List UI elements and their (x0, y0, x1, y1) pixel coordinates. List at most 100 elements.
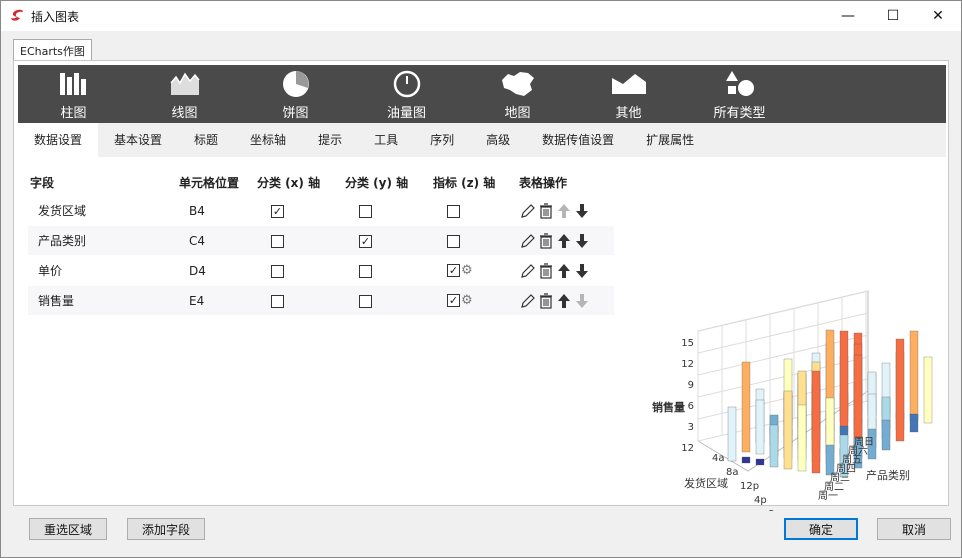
move-down-icon (573, 292, 591, 310)
tab-0[interactable]: 数据设置 (18, 123, 99, 157)
chart-type-label: 其他 (615, 106, 642, 121)
chart-type-line-chart[interactable]: 线图 (129, 65, 240, 123)
edit-icon[interactable] (519, 232, 537, 250)
tab-5[interactable]: 工具 (358, 123, 414, 157)
delete-icon[interactable] (537, 232, 555, 250)
x-axis-checkbox[interactable] (271, 234, 284, 248)
chart-type-bar-chart[interactable]: 柱图 (18, 65, 129, 123)
z-tick: 12 (681, 359, 694, 370)
x-tick: 12p (740, 481, 759, 492)
tab-8[interactable]: 数据传值设置 (526, 123, 630, 157)
other-chart-icon (573, 70, 684, 98)
bar3d-mark (755, 399, 765, 455)
x-tick: 4p (754, 495, 767, 506)
tab-6[interactable]: 序列 (414, 123, 470, 157)
all-types-icon (684, 70, 795, 98)
move-down-icon[interactable] (573, 262, 591, 280)
gear-icon[interactable]: ⚙ (461, 263, 473, 278)
cell-position: E4 (189, 293, 205, 308)
x-axis-label: 发货区域 (684, 476, 728, 490)
x-tick: 4a (712, 453, 725, 464)
chart-type-other[interactable]: 其他 (573, 65, 684, 123)
z-axis-checkbox[interactable]: ✓ (447, 264, 460, 277)
cancel-button[interactable]: 取消 (877, 518, 951, 540)
preview-bars (727, 329, 933, 478)
move-up-icon[interactable] (555, 262, 573, 280)
z-tick: 6 (688, 401, 694, 412)
chart-type-label: 油量图 (386, 106, 426, 121)
chart-type-label: 柱图 (60, 106, 87, 121)
bar3d-mark (727, 406, 737, 462)
edit-icon[interactable] (519, 292, 537, 310)
y-axis-label: 产品类别 (866, 468, 910, 482)
z-tick: 9 (688, 380, 694, 391)
move-up-icon[interactable] (555, 232, 573, 250)
chart-type-gauge[interactable]: 油量图 (351, 65, 462, 123)
x-axis-checkbox[interactable] (271, 294, 284, 308)
tab-9[interactable]: 扩展属性 (630, 123, 710, 157)
add-field-button[interactable]: 添加字段 (127, 518, 205, 540)
tab-1[interactable]: 基本设置 (98, 123, 178, 157)
header-cell-position: 单元格位置 (179, 176, 240, 190)
field-name: 发货区域 (38, 204, 87, 218)
delete-icon[interactable] (537, 292, 555, 310)
move-down-icon[interactable] (573, 232, 591, 250)
z-axis-checkbox[interactable] (447, 234, 460, 248)
delete-icon[interactable] (537, 202, 555, 220)
edit-icon[interactable] (519, 262, 537, 280)
line-chart-icon (129, 70, 240, 98)
maximize-button[interactable]: ☐ (870, 1, 916, 31)
table-row: 单价 D4 ✓ ⚙ (28, 256, 614, 285)
close-button[interactable]: ✕ (915, 1, 961, 31)
header-x-axis: 分类 (x) 轴 (257, 176, 321, 190)
tab-3[interactable]: 坐标轴 (234, 123, 302, 157)
y-axis-checkbox[interactable] (359, 264, 372, 278)
y-axis-checkbox[interactable]: ✓ (359, 234, 372, 248)
move-up-icon (555, 202, 573, 220)
cell-position: D4 (189, 263, 206, 278)
field-table-header: 字段 单元格位置 分类 (x) 轴 分类 (y) 轴 指标 (z) 轴 表格操作 (28, 170, 614, 195)
bar3d-mark (909, 330, 919, 422)
x-axis-checkbox[interactable] (271, 264, 284, 278)
y-axis-checkbox[interactable] (359, 294, 372, 308)
tab-echarts[interactable]: ECharts作图 (13, 39, 92, 61)
chart-type-map[interactable]: 地图 (462, 65, 573, 123)
reselect-area-button[interactable]: 重选区域 (29, 518, 107, 540)
bar3d-mark (825, 444, 835, 476)
header-z-axis: 指标 (z) 轴 (433, 176, 496, 190)
tab-2[interactable]: 标题 (178, 123, 234, 157)
bar3d-mark (769, 424, 779, 468)
x-tick: 8a (726, 467, 739, 478)
bar3d-mark (741, 361, 751, 453)
field-name: 产品类别 (38, 234, 87, 248)
chart-type-all[interactable]: 所有类型 (684, 65, 795, 123)
ok-button[interactable]: 确定 (784, 518, 858, 540)
bar-chart-icon (18, 70, 129, 98)
chart-type-label: 线图 (171, 106, 198, 121)
z-axis-label: 销售量 (652, 400, 685, 414)
pie-chart-icon (240, 70, 351, 98)
z-tick: 3 (688, 422, 694, 433)
chart-type-pie-chart[interactable]: 饼图 (240, 65, 351, 123)
app-logo-icon (9, 8, 25, 24)
bar3d-mark (881, 419, 891, 451)
chart-type-bar: 柱图 线图 饼图 油量图 地图 其他 所有类型 (18, 65, 946, 123)
insert-chart-dialog: 插入图表 — ☐ ✕ ECharts作图 柱图 线图 饼图 油量图 地图 其他 … (0, 0, 962, 558)
bar3d-mark (811, 370, 821, 474)
move-down-icon[interactable] (573, 202, 591, 220)
tab-7[interactable]: 高级 (470, 123, 526, 157)
minimize-button[interactable]: — (825, 1, 871, 31)
z-axis-checkbox[interactable] (447, 204, 460, 218)
tab-4[interactable]: 提示 (302, 123, 358, 157)
gear-icon[interactable]: ⚙ (461, 293, 473, 308)
edit-icon[interactable] (519, 202, 537, 220)
y-axis-checkbox[interactable] (359, 204, 372, 218)
chart-settings-panel: 柱图 线图 饼图 油量图 地图 其他 所有类型 数据设置 基本设置 标题 坐标轴… (13, 60, 949, 520)
x-axis-checkbox[interactable]: ✓ (271, 204, 284, 218)
delete-icon[interactable] (537, 262, 555, 280)
top-tab-strip: ECharts作图 (13, 39, 92, 61)
move-up-icon[interactable] (555, 292, 573, 310)
z-axis-checkbox[interactable]: ✓ (447, 294, 460, 307)
map-icon (462, 70, 573, 98)
bar3d-mark (895, 338, 905, 442)
